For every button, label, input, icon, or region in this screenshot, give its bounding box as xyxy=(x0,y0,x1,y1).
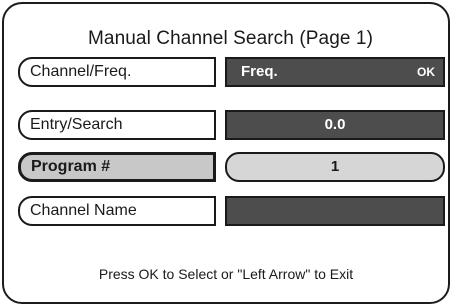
row-label: Entry/Search xyxy=(18,110,216,140)
footer-hint: Press OK to Select or "Left Arrow" to Ex… xyxy=(98,266,354,282)
row-value: Freq. xyxy=(241,63,278,80)
menu-row-channel-freq[interactable]: Channel/Freq. Freq. OK xyxy=(18,57,445,87)
ok-hint: OK xyxy=(417,65,435,79)
row-value-field[interactable]: 1 xyxy=(225,152,445,182)
row-label: Channel Name xyxy=(18,196,216,226)
row-value-field[interactable] xyxy=(225,196,445,226)
menu-row-entry-search[interactable]: Entry/Search 0.0 xyxy=(18,110,445,140)
row-label: Channel/Freq. xyxy=(18,57,216,87)
menu-title: Manual Channel Search (Page 1) xyxy=(88,28,374,49)
row-label: Program # xyxy=(18,152,216,182)
row-value-field[interactable]: 0.0 xyxy=(225,110,445,140)
menu-row-program-number[interactable]: Program # 1 xyxy=(18,152,445,182)
row-value-field[interactable]: Freq. OK xyxy=(225,57,445,87)
menu-row-channel-name[interactable]: Channel Name xyxy=(18,196,445,226)
